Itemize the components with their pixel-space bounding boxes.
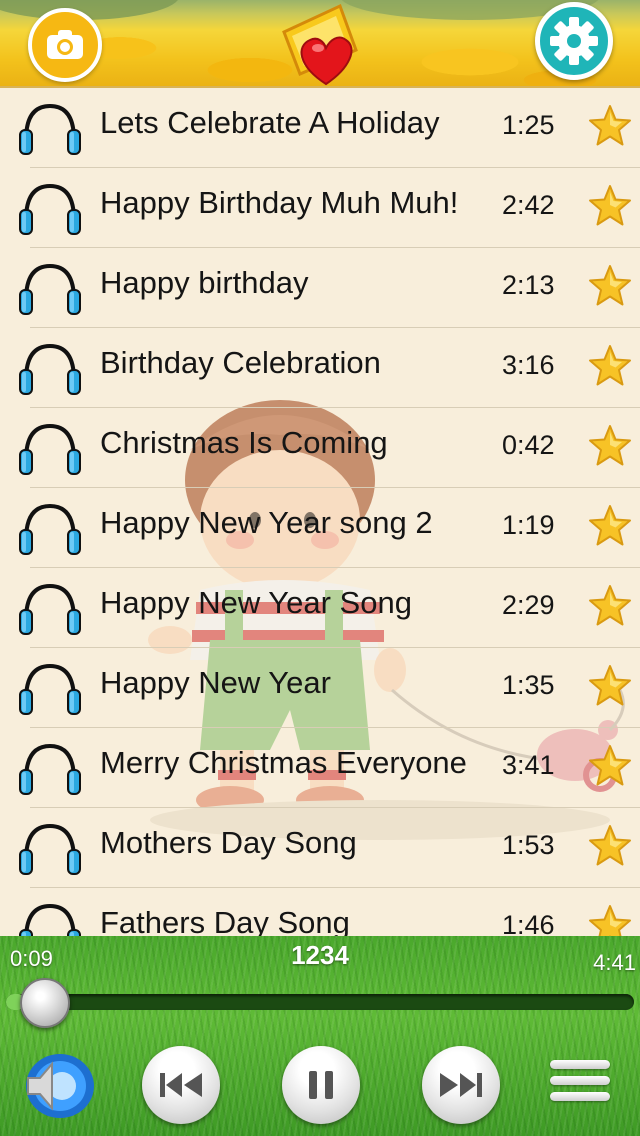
song-duration: 0:42	[502, 430, 555, 460]
progress-thumb[interactable]	[20, 978, 70, 1028]
headphones-icon	[19, 503, 81, 555]
song-row[interactable]: Happy New Year 1:35	[0, 648, 640, 728]
song-duration: 1:46	[502, 910, 555, 936]
pause-button[interactable]	[282, 1046, 360, 1124]
song-title: Happy New Year song 2	[100, 505, 433, 540]
song-title: Happy New Year Song	[100, 585, 412, 620]
favorite-star-icon[interactable]	[588, 424, 632, 468]
favorite-star-icon[interactable]	[588, 744, 632, 788]
headphones-icon	[19, 583, 81, 635]
song-row[interactable]: Happy birthday 2:13	[0, 248, 640, 328]
song-duration: 2:13	[502, 270, 555, 300]
song-title: Lets Celebrate A Holiday	[100, 105, 440, 140]
skip-next-icon	[440, 1073, 482, 1097]
favorite-star-icon[interactable]	[588, 104, 632, 148]
song-title: Mothers Day Song	[100, 825, 357, 860]
headphones-icon	[19, 183, 81, 235]
progress-slider[interactable]	[6, 994, 634, 1010]
song-title: Christmas Is Coming	[100, 425, 388, 460]
settings-button[interactable]	[535, 2, 613, 80]
headphones-icon	[19, 903, 81, 936]
song-duration: 2:42	[502, 190, 555, 220]
song-title: Happy Birthday Muh Muh!	[100, 185, 459, 220]
camera-icon	[47, 30, 83, 59]
previous-button[interactable]	[142, 1046, 220, 1124]
song-title: Fathers Day Song	[100, 905, 350, 936]
headphones-icon	[19, 743, 81, 795]
next-button[interactable]	[422, 1046, 500, 1124]
pause-icon	[309, 1071, 333, 1099]
song-row[interactable]: Fathers Day Song 1:46	[0, 888, 640, 936]
favorite-star-icon[interactable]	[588, 584, 632, 628]
audio-player: 0:09 1234 4:41	[0, 936, 640, 1136]
favorite-star-icon[interactable]	[588, 904, 632, 936]
song-duration: 3:16	[502, 350, 555, 380]
gear-icon	[550, 17, 598, 65]
song-duration: 1:25	[502, 110, 555, 140]
headphones-icon	[19, 343, 81, 395]
headphones-icon	[19, 263, 81, 315]
favorite-star-icon[interactable]	[588, 344, 632, 388]
favorite-star-icon[interactable]	[588, 504, 632, 548]
song-row[interactable]: Mothers Day Song 1:53	[0, 808, 640, 888]
song-title: Happy New Year	[100, 665, 331, 700]
song-title: Birthday Celebration	[100, 345, 381, 380]
song-title: Happy birthday	[100, 265, 309, 300]
song-duration: 2:29	[502, 590, 555, 620]
camera-button[interactable]	[28, 8, 102, 82]
song-duration: 3:41	[502, 750, 555, 780]
total-time: 4:41	[593, 950, 636, 975]
speaker-icon[interactable]	[22, 1050, 98, 1122]
skip-previous-icon	[160, 1073, 202, 1097]
headphones-icon	[19, 103, 81, 155]
song-row[interactable]: Happy Birthday Muh Muh! 2:42	[0, 168, 640, 248]
song-row[interactable]: Happy New Year Song 2:29	[0, 568, 640, 648]
favorite-star-icon[interactable]	[588, 184, 632, 228]
song-list[interactable]: Lets Celebrate A Holiday 1:25 Happy Birt…	[0, 88, 640, 936]
favorite-star-icon[interactable]	[588, 824, 632, 868]
song-title: Merry Christmas Everyone	[100, 745, 467, 780]
headphones-icon	[19, 823, 81, 875]
song-row[interactable]: Christmas Is Coming 0:42	[0, 408, 640, 488]
song-row[interactable]: Merry Christmas Everyone 3:41	[0, 728, 640, 808]
song-row[interactable]: Happy New Year song 2 1:19	[0, 488, 640, 568]
now-playing-title: 1234	[291, 940, 349, 970]
headphones-icon	[19, 423, 81, 475]
hamburger-menu-icon[interactable]	[550, 1060, 610, 1108]
song-duration: 1:53	[502, 830, 555, 860]
song-row[interactable]: Lets Celebrate A Holiday 1:25	[0, 88, 640, 168]
song-duration: 1:35	[502, 670, 555, 700]
favorites-heart-icon[interactable]	[278, 2, 368, 88]
song-row[interactable]: Birthday Celebration 3:16	[0, 328, 640, 408]
top-bar	[0, 0, 640, 88]
favorite-star-icon[interactable]	[588, 264, 632, 308]
headphones-icon	[19, 663, 81, 715]
favorite-star-icon[interactable]	[588, 664, 632, 708]
song-duration: 1:19	[502, 510, 555, 540]
